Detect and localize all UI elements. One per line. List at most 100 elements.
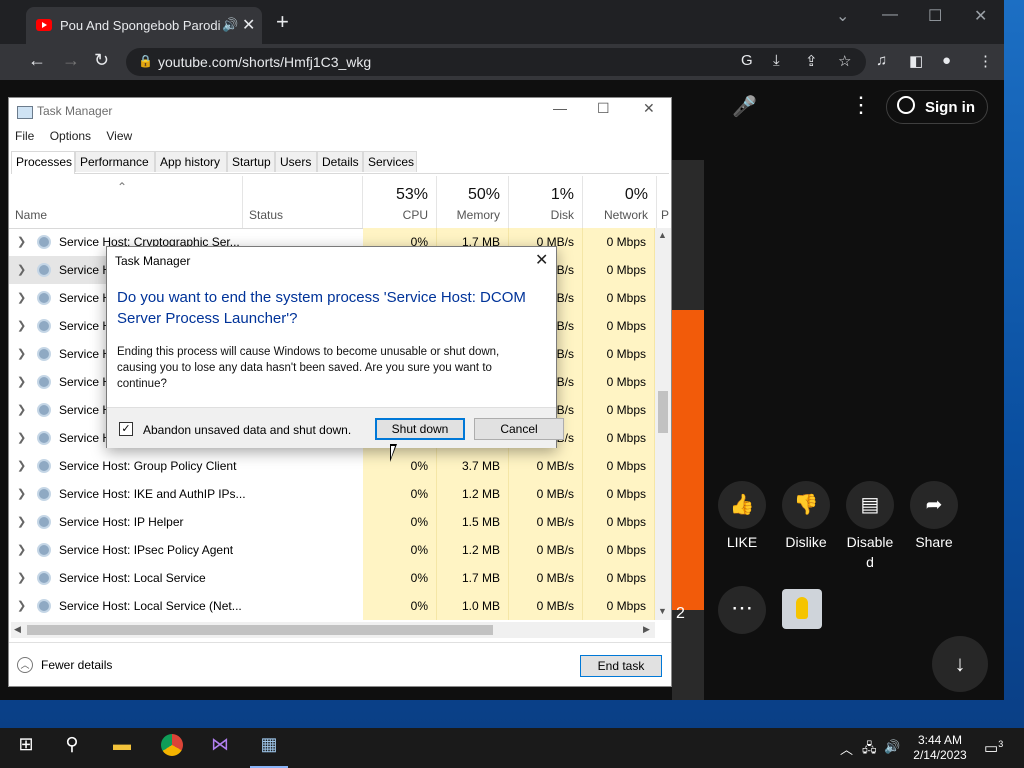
- shut-down-button[interactable]: Shut down: [375, 418, 465, 440]
- table-row[interactable]: ❯ Service Host: IPsec Policy Agent 0% 1.2 M…: [9, 536, 655, 564]
- maximize-icon[interactable]: ☐: [928, 6, 942, 26]
- forward-icon[interactable]: →: [62, 50, 80, 71]
- show-hidden-icons[interactable]: ︿: [840, 739, 853, 758]
- dislike-button[interactable]: 👎: [782, 481, 830, 529]
- sign-in-label: Sign in: [925, 99, 975, 116]
- expand-chevron-icon[interactable]: ❯: [17, 235, 26, 248]
- reload-icon[interactable]: ↻: [94, 50, 109, 71]
- vertical-scrollbar[interactable]: ▲ ▼: [655, 228, 671, 620]
- share-button[interactable]: ➦: [910, 481, 958, 529]
- tab-services[interactable]: Services: [363, 151, 417, 172]
- expand-chevron-icon[interactable]: ❯: [17, 319, 26, 332]
- task-manager-taskbar-icon[interactable]: ▦: [254, 734, 284, 762]
- cancel-button[interactable]: Cancel: [474, 418, 564, 440]
- table-row[interactable]: ❯ Service Host: IP Helper 0% 1.5 MB 0 MB/s 0 …: [9, 508, 655, 536]
- tm-close-icon[interactable]: ✕: [643, 100, 655, 117]
- horizontal-scrollbar[interactable]: ◀ ▶: [11, 622, 655, 638]
- more-actions-button[interactable]: ⋯: [718, 586, 766, 634]
- chrome-taskbar-icon[interactable]: [158, 734, 186, 762]
- back-icon[interactable]: ←: [28, 50, 46, 71]
- clock[interactable]: 3:44 AM 2/14/2023: [900, 733, 980, 763]
- notification-count: 3: [998, 739, 1004, 749]
- network-cell: 0 Mbps: [606, 403, 646, 417]
- close-tab-icon[interactable]: ✕: [242, 15, 255, 35]
- dialog-main-instruction: Do you want to end the system process 'S…: [117, 289, 526, 327]
- url-text: youtube.com/shorts/Hmfj1C3_wkg: [158, 54, 372, 70]
- menu-options[interactable]: Options: [50, 129, 91, 143]
- audio-playing-icon[interactable]: 🔊: [222, 17, 238, 33]
- tab-performance[interactable]: Performance: [75, 151, 155, 172]
- col-disk[interactable]: 1% Disk: [509, 176, 583, 228]
- col-status[interactable]: Status: [243, 176, 363, 228]
- table-row[interactable]: ❯ Service Host: Group Policy Client 0% 3.7 …: [9, 452, 655, 480]
- bookmark-star-icon[interactable]: ☆: [838, 52, 851, 70]
- menu-file[interactable]: File: [15, 129, 34, 143]
- tab-app-history[interactable]: App history: [155, 151, 227, 172]
- expand-chevron-icon[interactable]: ❯: [17, 543, 26, 556]
- start-windows-icon[interactable]: ⊞: [14, 734, 38, 762]
- comments-button[interactable]: ▤: [846, 481, 894, 529]
- expand-chevron-icon[interactable]: ❯: [17, 403, 26, 416]
- expand-chevron-icon[interactable]: ❯: [17, 599, 26, 612]
- tm-minimize-icon[interactable]: —: [553, 100, 567, 116]
- tab-startup[interactable]: Startup: [227, 151, 275, 172]
- tab-users[interactable]: Users: [275, 151, 317, 172]
- process-table-header: ⌃ Name Status 53% CPU 50% Memory 1% Disk…: [9, 176, 669, 229]
- side-panel-icon[interactable]: ◧: [909, 52, 923, 70]
- col-network[interactable]: 0% Network: [583, 176, 657, 228]
- expand-chevron-icon[interactable]: ❯: [17, 459, 26, 472]
- share-icon: ➦: [925, 494, 943, 516]
- abandon-data-checkbox[interactable]: ✓: [119, 422, 133, 436]
- tab-details[interactable]: Details: [317, 151, 363, 172]
- close-window-icon[interactable]: ✕: [974, 6, 987, 26]
- sign-in-button[interactable]: Sign in: [886, 90, 988, 124]
- expand-chevron-icon[interactable]: ❯: [17, 515, 26, 528]
- expand-chevron-icon[interactable]: ❯: [17, 263, 26, 276]
- menu-view[interactable]: View: [106, 129, 132, 143]
- network-icon[interactable]: 🖧: [862, 739, 877, 761]
- expand-chevron-icon[interactable]: ❯: [17, 571, 26, 584]
- col-cpu[interactable]: 53% CPU: [363, 176, 437, 228]
- end-task-button[interactable]: End task: [580, 655, 662, 677]
- tab-search-icon[interactable]: ⌄: [836, 6, 849, 26]
- table-row[interactable]: ❯ Service Host: Local Service (Net... 0% 1.…: [9, 592, 655, 620]
- voice-search-icon[interactable]: 🎤: [732, 94, 757, 119]
- file-explorer-icon[interactable]: ▬: [108, 734, 136, 762]
- chrome-menu-icon[interactable]: ⋮: [978, 52, 993, 70]
- notifications-icon[interactable]: ▭3: [984, 739, 1003, 757]
- expand-chevron-icon[interactable]: ❯: [17, 487, 26, 500]
- expand-chevron-icon[interactable]: ❯: [17, 375, 26, 388]
- install-icon[interactable]: ⤓: [773, 52, 780, 69]
- volume-icon[interactable]: 🔊: [884, 739, 900, 755]
- tm-maximize-icon[interactable]: ☐: [597, 100, 610, 117]
- next-video-button[interactable]: ↓: [932, 636, 988, 692]
- share-page-icon[interactable]: ⇪: [805, 52, 818, 70]
- profile-icon[interactable]: ●: [942, 52, 951, 69]
- table-row[interactable]: ❯ Service Host: IKE and AuthIP IPs... 0% 1.…: [9, 480, 655, 508]
- sound-thumbnail[interactable]: [782, 589, 822, 629]
- search-icon[interactable]: ⚲: [60, 734, 84, 762]
- media-control-icon[interactable]: ♫: [876, 52, 887, 69]
- expand-chevron-icon[interactable]: ❯: [17, 347, 26, 360]
- col-memory[interactable]: 50% Memory: [437, 176, 509, 228]
- memory-cell: 1.0 MB: [461, 599, 500, 613]
- expand-chevron-icon[interactable]: ❯: [17, 431, 26, 444]
- disk-total: 1%: [550, 186, 574, 203]
- address-bar[interactable]: 🔒 youtube.com/shorts/Hmfj1C3_wkg: [126, 48, 866, 76]
- abandon-data-label[interactable]: Abandon unsaved data and shut down.: [143, 423, 351, 437]
- service-gear-icon: [37, 459, 51, 473]
- tab-processes[interactable]: Processes: [11, 151, 75, 174]
- visual-studio-icon[interactable]: ⋈: [206, 734, 234, 762]
- google-icon[interactable]: G: [741, 52, 753, 69]
- service-gear-icon: [37, 235, 51, 249]
- minimize-icon[interactable]: —: [882, 6, 898, 24]
- browser-tab[interactable]: Pou And Spongebob Parodie 🔊 ✕: [26, 7, 262, 44]
- new-tab-icon[interactable]: +: [276, 11, 289, 33]
- youtube-more-icon[interactable]: ⋮: [850, 92, 872, 118]
- expand-chevron-icon[interactable]: ❯: [17, 291, 26, 304]
- comment-icon: ▤: [860, 494, 880, 516]
- table-row[interactable]: ❯ Service Host: Local Service 0% 1.7 MB 0 MB…: [9, 564, 655, 592]
- like-button[interactable]: 👍: [718, 481, 766, 529]
- dialog-close-icon[interactable]: ✕: [535, 250, 548, 270]
- col-name[interactable]: Name: [9, 176, 243, 228]
